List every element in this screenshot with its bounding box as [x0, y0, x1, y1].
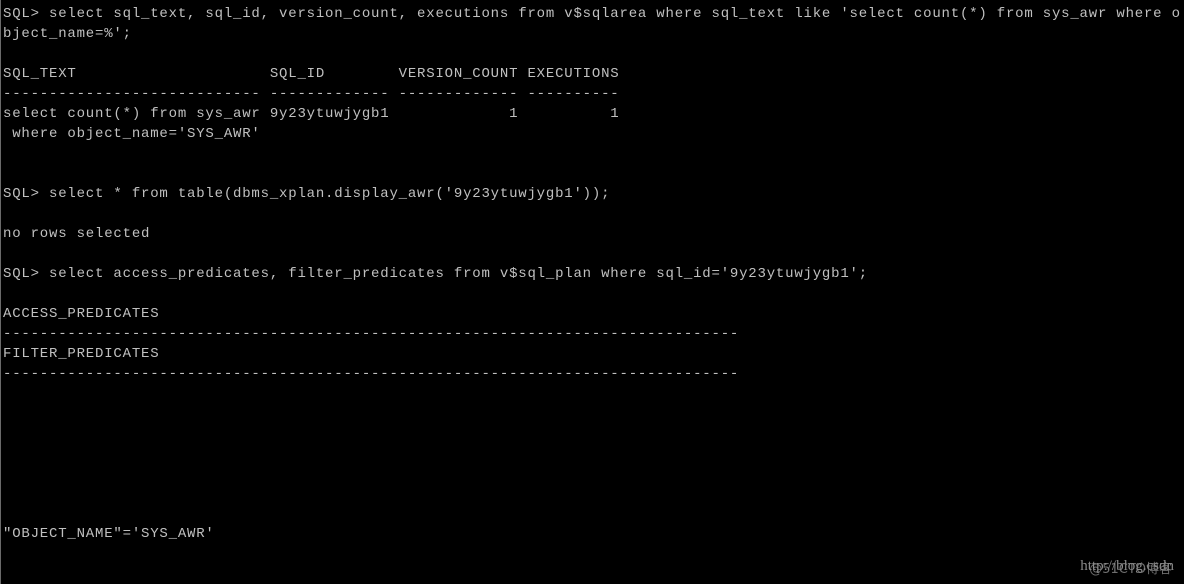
terminal-line: "OBJECT_NAME"='SYS_AWR': [3, 526, 215, 542]
terminal-line: ----------------------------------------…: [3, 326, 740, 342]
terminal-line: ---------------------------- -----------…: [3, 86, 620, 102]
terminal-line: ----------------------------------------…: [3, 366, 740, 382]
terminal-line: select count(*) from sys_awr 9y23ytuwjyg…: [3, 106, 620, 122]
watermark-overlay: @51CTO博客: [1089, 562, 1172, 577]
terminal-window[interactable]: SQL> select sql_text, sql_id, version_co…: [0, 0, 1184, 584]
terminal-line: FILTER_PREDICATES: [3, 346, 160, 362]
terminal-line: SQL_TEXT SQL_ID VERSION_COUNT EXECUTIONS: [3, 66, 620, 82]
terminal-line: no rows selected: [3, 226, 151, 242]
terminal-line: SQL> select * from table(dbms_xplan.disp…: [3, 186, 611, 202]
terminal-line: bject_name=%';: [3, 26, 132, 42]
terminal-line: where object_name='SYS_AWR': [3, 126, 261, 142]
terminal-line: ACCESS_PREDICATES: [3, 306, 160, 322]
terminal-line: SQL> select access_predicates, filter_pr…: [3, 266, 868, 282]
terminal-line: SQL> select sql_text, sql_id, version_co…: [3, 6, 1181, 22]
terminal-output: SQL> select sql_text, sql_id, version_co…: [3, 4, 1181, 544]
